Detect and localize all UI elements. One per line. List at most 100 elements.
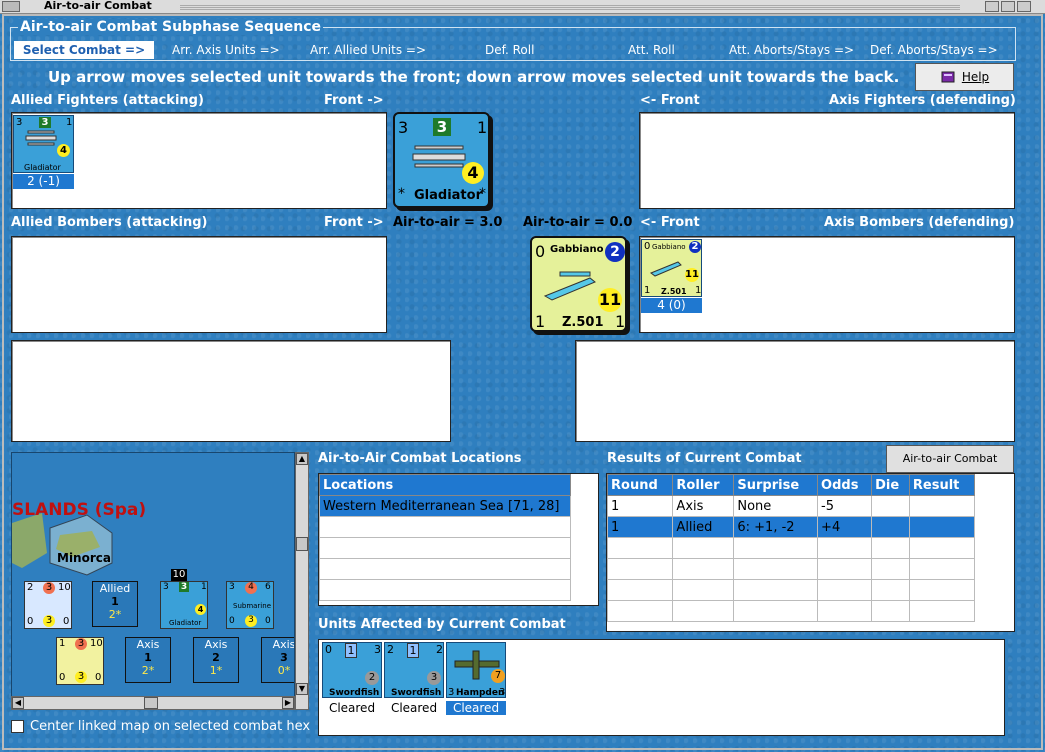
affected-unit-3[interactable]: 7 3 Hampden 3 bbox=[446, 642, 506, 698]
step-select-combat[interactable]: Select Combat => bbox=[14, 41, 154, 59]
location-cell: Western Mediterranean Sea [71, 28] bbox=[319, 495, 571, 517]
center-linked-checkbox[interactable] bbox=[11, 720, 24, 733]
map-region-label: SLANDS (Spa) bbox=[12, 500, 147, 520]
locations-header: Locations bbox=[319, 474, 571, 496]
map-ship-counter-2[interactable]: 1 3 10 0 3 0 bbox=[56, 637, 104, 685]
book-icon bbox=[941, 71, 955, 83]
num: 10 bbox=[90, 638, 103, 649]
counter-type: Z.501 bbox=[661, 287, 687, 296]
linked-map[interactable]: SLANDS (Spa) Minorca 2 3 10 0 3 0 Allied… bbox=[11, 452, 295, 710]
num: 3 bbox=[499, 687, 506, 698]
num: 0 bbox=[229, 616, 235, 626]
scroll-down-icon[interactable]: ▼ bbox=[296, 683, 308, 695]
affected-status-selected: Cleared bbox=[446, 701, 506, 715]
scroll-right-icon[interactable]: ▶ bbox=[282, 697, 294, 709]
num: 1 bbox=[345, 643, 357, 658]
help-button[interactable]: Help bbox=[915, 63, 1014, 91]
results-panel: Round Roller Surprise Odds Die Result 1 … bbox=[606, 473, 1015, 632]
big-bottom-left: 1 bbox=[535, 312, 546, 331]
axis-other-panel[interactable] bbox=[575, 340, 1015, 442]
num: 2 bbox=[365, 671, 379, 685]
air-to-air-chart-button[interactable]: Air-to-air Combat Chart bbox=[886, 445, 1014, 491]
map-submarine-counter[interactable]: 3 4 6 Submarine 0 3 0 bbox=[226, 581, 274, 629]
axis-a2a-value: Air-to-air = 0.0 bbox=[523, 215, 633, 230]
num: 1 bbox=[201, 582, 207, 592]
allied-fighter-counter[interactable]: 3 3 1 4 Gladiator bbox=[13, 115, 74, 173]
location-row[interactable]: Western Mediterranean Sea [71, 28] bbox=[319, 495, 571, 517]
allied-fighters-front: Front -> bbox=[324, 93, 384, 108]
allied-a2a-value: Air-to-air = 3.0 bbox=[393, 215, 503, 230]
map-axis-stack-2[interactable]: Axis 2 1* bbox=[193, 637, 239, 683]
affected-unit-2[interactable]: 2 1 2 3 Swordfish bbox=[384, 642, 444, 698]
cell: 1 bbox=[606, 516, 674, 538]
affected-title: Units Affected by Current Combat bbox=[318, 617, 566, 632]
counter-bottom-right: 1 bbox=[695, 285, 702, 296]
counter-name: Swordfish bbox=[391, 688, 442, 698]
num: 10 bbox=[58, 582, 71, 593]
scroll-thumb[interactable] bbox=[144, 697, 158, 709]
map-allied-stack[interactable]: Allied 1 2* bbox=[92, 581, 138, 627]
map-axis-stack-3[interactable]: Axis 3 0* bbox=[261, 637, 294, 683]
result-empty-row bbox=[606, 558, 976, 580]
allied-fighters-label: Allied Fighters (attacking) bbox=[11, 93, 204, 108]
step-att-aborts[interactable]: Att. Aborts/Stays => bbox=[729, 43, 854, 57]
axis-bomber-counter[interactable]: 0 Gabbiano 2 11 1 Z.501 1 bbox=[641, 239, 702, 297]
big-range: 11 bbox=[598, 288, 622, 312]
allied-other-panel[interactable] bbox=[11, 340, 451, 442]
map-ship-counter[interactable]: 2 3 10 0 3 0 bbox=[24, 581, 72, 629]
counter-range: 11 bbox=[685, 268, 699, 282]
scroll-thumb[interactable] bbox=[296, 537, 308, 551]
window-title: Air-to-air Combat bbox=[44, 0, 152, 12]
cell: Axis bbox=[672, 495, 735, 517]
axis-bombers-front: <- Front bbox=[640, 215, 700, 230]
axis-fighters-panel[interactable] bbox=[639, 112, 1015, 209]
scroll-up-icon[interactable]: ▲ bbox=[296, 453, 308, 465]
step-arr-axis[interactable]: Arr. Axis Units => bbox=[172, 43, 280, 57]
maximize-icon[interactable] bbox=[1001, 1, 1015, 12]
num: 4 bbox=[195, 604, 206, 615]
result-row[interactable]: 1 Axis None -5 bbox=[606, 495, 976, 517]
cell: 6: +1, -2 bbox=[733, 516, 819, 538]
star: * bbox=[479, 186, 486, 202]
counter-strength: 3 bbox=[39, 117, 51, 128]
stack-label: Axis bbox=[204, 638, 228, 651]
step-def-aborts[interactable]: Def. Aborts/Stays => bbox=[870, 43, 998, 57]
counter-name: Gabbiano bbox=[652, 243, 686, 251]
big-type: Z.501 bbox=[562, 315, 604, 330]
col-surprise: Surprise bbox=[733, 474, 819, 496]
map-axis-stack-1[interactable]: Axis 1 2* bbox=[125, 637, 171, 683]
system-menu-icon[interactable] bbox=[2, 1, 20, 12]
result-row[interactable]: 1 Allied 6: +1, -2 +4 bbox=[606, 516, 976, 538]
close-icon[interactable] bbox=[1017, 1, 1031, 12]
num: 2 bbox=[387, 643, 394, 656]
allied-bombers-panel[interactable] bbox=[11, 236, 387, 333]
sequence-title: Air-to-air Combat Subphase Sequence bbox=[18, 19, 324, 35]
step-label: Select Combat => bbox=[22, 43, 146, 57]
map-gladiator-counter[interactable]: 3 3 1 4 Gladiator bbox=[160, 581, 208, 629]
result-empty-row bbox=[606, 579, 976, 601]
axis-fighters-label: Axis Fighters (defending) bbox=[829, 93, 1016, 108]
stack-count: 3 bbox=[280, 651, 288, 664]
step-arr-allied[interactable]: Arr. Allied Units => bbox=[310, 43, 426, 57]
map-horizontal-scrollbar[interactable]: ◀ ▶ bbox=[11, 696, 295, 710]
step-def-roll[interactable]: Def. Roll bbox=[485, 43, 534, 57]
map-vertical-scrollbar[interactable]: ▲ ▼ bbox=[295, 452, 309, 710]
affected-unit-1[interactable]: 0 1 3 2 Swordfish bbox=[322, 642, 382, 698]
axis-fighters-front: <- Front bbox=[640, 93, 700, 108]
stack-count: 2 bbox=[212, 651, 220, 664]
cell bbox=[908, 516, 976, 538]
stack-top-count: 10 bbox=[171, 569, 187, 581]
axis-bombers-label: Axis Bombers (defending) bbox=[824, 215, 1015, 230]
minimize-icon[interactable] bbox=[985, 1, 999, 12]
big-left-value: 0 bbox=[535, 242, 546, 261]
result-empty-row bbox=[606, 537, 976, 559]
big-left-value: 3 bbox=[398, 118, 409, 137]
cell bbox=[908, 495, 976, 517]
counter-left-value: 0 bbox=[644, 241, 651, 252]
step-att-roll[interactable]: Att. Roll bbox=[628, 43, 675, 57]
big-strength: 2 bbox=[605, 242, 625, 262]
counter-left-value: 3 bbox=[16, 117, 23, 128]
num: 3 bbox=[448, 687, 455, 698]
window-titlebar[interactable]: Air-to-air Combat bbox=[0, 0, 1045, 14]
scroll-left-icon[interactable]: ◀ bbox=[12, 697, 24, 709]
